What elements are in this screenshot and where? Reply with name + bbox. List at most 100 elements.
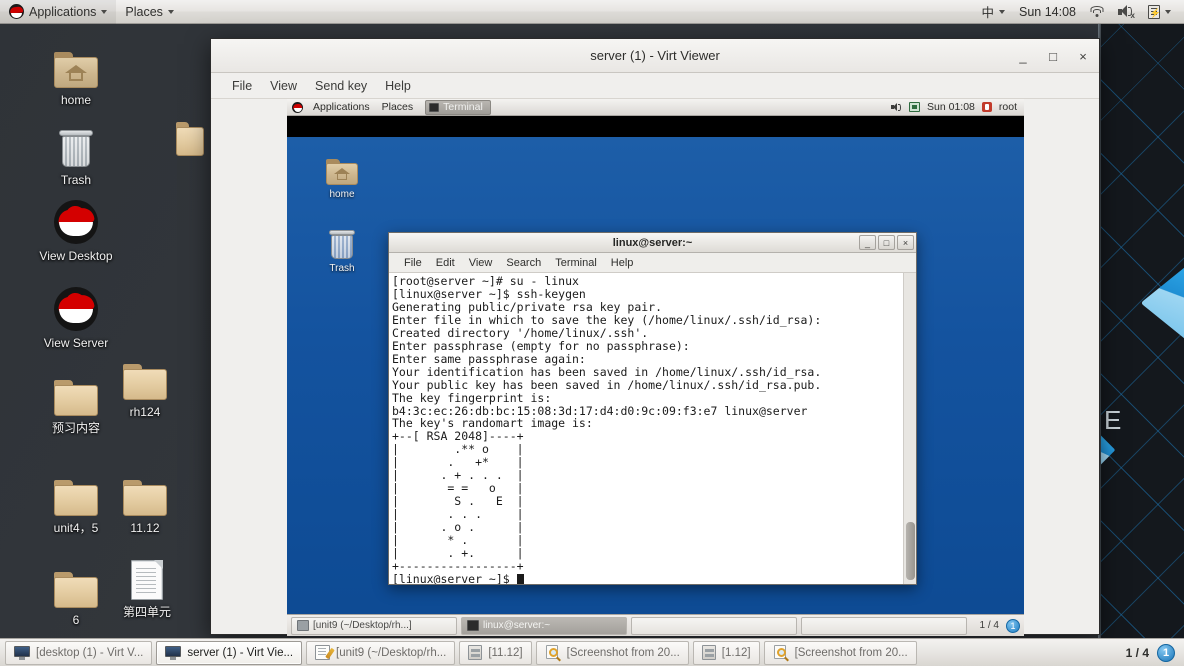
virt-viewer-window-buttons: _ □ ×	[1015, 39, 1091, 73]
home-folder-icon	[26, 40, 126, 88]
vm-taskbar-task-label: linux@server:~	[483, 620, 551, 631]
speaker-icon[interactable]	[891, 102, 902, 112]
redhat-logo-icon	[9, 4, 24, 19]
user-icon	[981, 102, 992, 112]
chevron-down-icon	[999, 9, 1005, 14]
terminal-body[interactable]: [root@server ~]# su - linux [linux@serve…	[389, 273, 916, 584]
taskbar-item-label: [1.12]	[721, 646, 751, 659]
vm-clock[interactable]: Sun 01:08	[927, 101, 975, 113]
desktop-icon-view-server[interactable]: View Server	[26, 283, 126, 350]
taskbar-item-label: [desktop (1) - Virt V...	[36, 646, 144, 659]
power-indicator[interactable]: ⚡	[1141, 0, 1178, 24]
close-button[interactable]: ×	[1075, 49, 1091, 64]
desktop-icon-label: 11.12	[130, 521, 160, 535]
taskbar-item-screenshot-1[interactable]: [Screenshot from 20...	[535, 640, 689, 665]
menu-send-key[interactable]: Send key	[306, 77, 376, 95]
virt-viewer-menubar: File View Send key Help	[211, 73, 1099, 99]
redhat-icon	[26, 283, 126, 331]
virt-viewer-titlebar[interactable]: server (1) - Virt Viewer _ □ ×	[211, 39, 1099, 73]
home-folder-icon	[311, 151, 373, 185]
trash-icon	[26, 120, 126, 168]
clock[interactable]: Sun 14:08	[1012, 0, 1083, 24]
desktop-icon-label: rh124	[129, 405, 161, 419]
menu-help[interactable]: Help	[376, 77, 420, 95]
desktop-icon-trash[interactable]: Trash	[26, 120, 126, 187]
terminal-menu-file[interactable]: File	[397, 256, 429, 270]
places-menu[interactable]: Places	[116, 0, 183, 24]
network-icon[interactable]	[909, 102, 921, 112]
terminal-menu-terminal[interactable]: Terminal	[548, 256, 604, 270]
folder-icon	[95, 352, 195, 400]
chevron-down-icon	[101, 9, 108, 14]
desktop-icon-folder-1112[interactable]: 11.12	[95, 468, 195, 535]
monitor-icon	[14, 645, 30, 660]
speaker-muted-icon: x	[1118, 5, 1135, 20]
vm-desktop[interactable]: home Trash linux@server:~ _ □ × File Edi…	[287, 137, 1024, 636]
trash-icon	[311, 225, 373, 259]
workspace-pager[interactable]: 1 / 4	[1118, 646, 1157, 660]
terminal-titlebar[interactable]: linux@server:~ _ □ ×	[389, 233, 916, 253]
taskbar-item-112[interactable]: [1.12]	[692, 640, 760, 665]
vm-workspace-indicator[interactable]: 1	[1006, 618, 1020, 633]
terminal-output[interactable]: [root@server ~]# su - linux [linux@serve…	[389, 273, 903, 584]
terminal-scrollbar[interactable]	[903, 273, 916, 584]
vm-desktop-icon-label: Trash	[329, 263, 355, 274]
taskbar-item-1112[interactable]: [11.12]	[459, 640, 532, 665]
vm-taskbar-item-terminal[interactable]: Terminal	[425, 99, 491, 115]
input-method-indicator[interactable]: 中	[974, 0, 1012, 24]
terminal-maximize-button[interactable]: □	[878, 235, 895, 250]
terminal-menu-search[interactable]: Search	[499, 256, 548, 270]
vm-workspace-pager[interactable]: 1 / 4	[980, 620, 1002, 631]
text-editor-icon	[297, 620, 309, 631]
terminal-title: linux@server:~	[612, 236, 693, 249]
host-top-panel: Applications Places 中 Sun 14:08 x ⚡	[0, 0, 1184, 24]
terminal-menu-view[interactable]: View	[462, 256, 500, 270]
terminal-menu-edit[interactable]: Edit	[429, 256, 462, 270]
vm-taskbar-task-empty[interactable]	[801, 616, 967, 635]
screenshot-icon	[773, 645, 789, 662]
desktop-icon-home[interactable]: home	[26, 40, 126, 107]
text-editor-icon	[315, 645, 335, 660]
volume-indicator[interactable]: x	[1111, 0, 1141, 24]
power-document-icon: ⚡	[1148, 4, 1161, 19]
terminal-close-button[interactable]: ×	[897, 235, 914, 250]
vm-guest-screen[interactable]: Applications Places Terminal Sun 01:08 r…	[287, 99, 1024, 636]
wallpaper-pattern-region: E	[1098, 0, 1184, 638]
taskbar-item-desktop-virt-viewer[interactable]: [desktop (1) - Virt V...	[5, 640, 153, 665]
vm-bottom-taskbar: [unit9 (~/Desktop/rh...] linux@server:~ …	[287, 614, 1024, 636]
redhat-logo-icon	[292, 101, 303, 113]
vm-desktop-icon-home[interactable]: home	[311, 151, 373, 200]
terminal-menubar: File Edit View Search Terminal Help	[389, 253, 916, 273]
taskbar-item-label: [Screenshot from 20...	[794, 646, 908, 659]
terminal-menu-help[interactable]: Help	[604, 256, 641, 270]
vm-places-menu[interactable]: Places	[376, 99, 420, 116]
taskbar-item-server-virt-viewer[interactable]: server (1) - Virt Vie...	[156, 640, 303, 665]
menu-view[interactable]: View	[261, 77, 306, 95]
taskbar-item-screenshot-2[interactable]: [Screenshot from 20...	[763, 640, 917, 665]
vm-taskbar-task[interactable]: [unit9 (~/Desktop/rh...]	[291, 616, 457, 635]
vm-taskbar-task[interactable]: linux@server:~	[461, 616, 627, 635]
terminal-minimize-button[interactable]: _	[859, 235, 876, 250]
desktop-icon-folder-rh124[interactable]: rh124	[95, 352, 195, 419]
taskbar-item-unit9[interactable]: [unit9 (~/Desktop/rh...	[306, 640, 456, 665]
wifi-indicator[interactable]	[1083, 0, 1111, 24]
minimize-button[interactable]: _	[1015, 49, 1031, 64]
terminal-window[interactable]: linux@server:~ _ □ × File Edit View Sear…	[388, 232, 917, 585]
menu-file[interactable]: File	[223, 77, 261, 95]
maximize-button[interactable]: □	[1045, 49, 1061, 64]
desktop-icon-doc-dsdy[interactable]: 第四单元	[97, 552, 197, 619]
vm-taskbar-task-empty[interactable]	[631, 616, 797, 635]
virt-viewer-title: server (1) - Virt Viewer	[590, 48, 720, 63]
vm-desktop-icon-trash[interactable]: Trash	[311, 225, 373, 274]
vm-applications-menu[interactable]: Applications	[307, 99, 376, 116]
archive-icon	[468, 645, 483, 660]
taskbar-item-label: [Screenshot from 20...	[566, 646, 680, 659]
terminal-scrollbar-thumb[interactable]	[906, 522, 915, 580]
desktop-icon-view-desktop[interactable]: View Desktop	[26, 196, 126, 263]
workspace-indicator[interactable]: 1	[1157, 643, 1175, 662]
vm-user-label[interactable]: root	[999, 101, 1017, 113]
applications-menu[interactable]: Applications	[0, 0, 117, 24]
terminal-output-text: [root@server ~]# su - linux [linux@serve…	[392, 274, 822, 584]
taskbar-item-label: [unit9 (~/Desktop/rh...	[336, 646, 447, 659]
desktop-icon-label: Trash	[60, 173, 92, 187]
